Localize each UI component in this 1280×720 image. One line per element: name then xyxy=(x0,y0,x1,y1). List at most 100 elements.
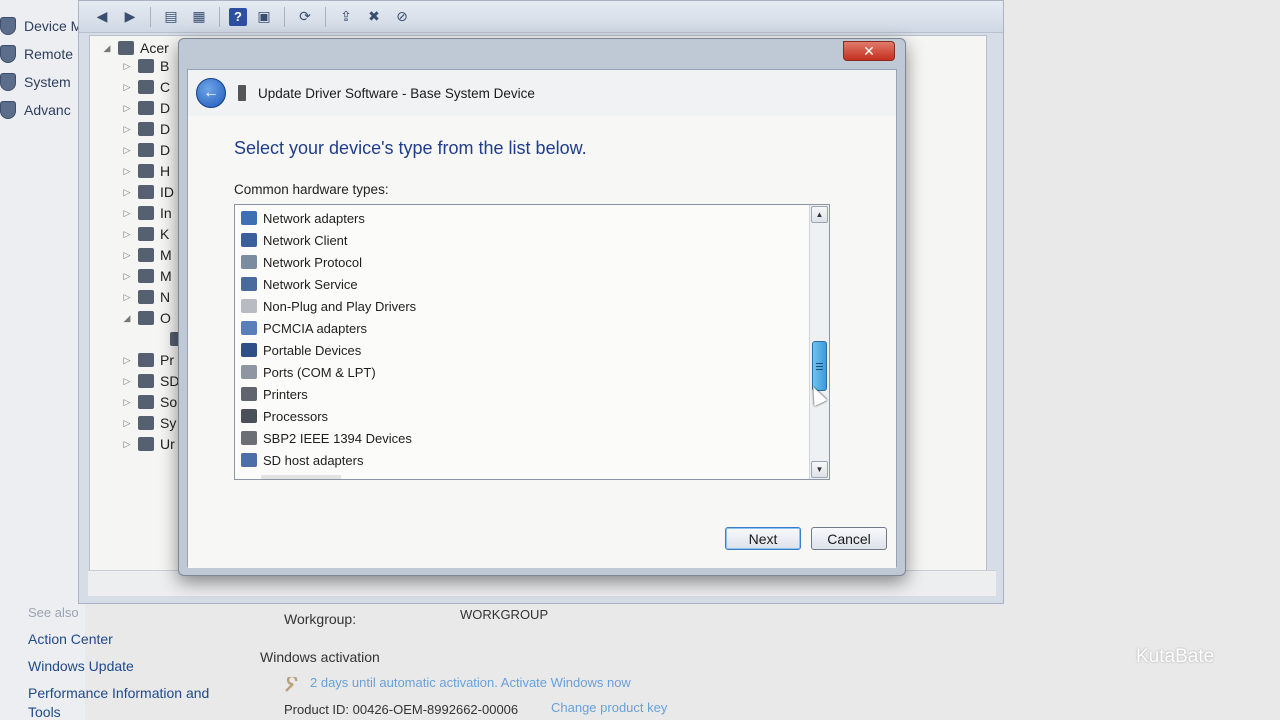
product-id: Product ID: 00426-OEM-8992662-00006 xyxy=(284,702,519,717)
expand-arrow-icon[interactable]: ▷ xyxy=(122,103,132,114)
dialog-body: ← Update Driver Software - Base System D… xyxy=(187,69,897,568)
expand-arrow-icon[interactable]: ▷ xyxy=(122,355,132,366)
scroll-down-button[interactable]: ▼ xyxy=(811,461,828,478)
expand-arrow-icon[interactable]: ◢ xyxy=(122,313,132,324)
scan-hardware-icon[interactable]: ⟳ xyxy=(294,6,316,28)
back-button[interactable]: ← xyxy=(196,78,226,108)
list-item[interactable]: SBP2 IEEE 1394 Devices xyxy=(241,428,412,448)
expand-arrow-icon[interactable]: ▷ xyxy=(122,292,132,303)
expand-arrow-icon[interactable]: ▷ xyxy=(122,250,132,261)
help-icon[interactable]: ? xyxy=(229,7,247,26)
windows-update-link[interactable]: Windows Update xyxy=(28,658,134,674)
device-category-icon xyxy=(138,185,154,199)
activate-windows-link[interactable]: 2 days until automatic activation. Activ… xyxy=(310,675,631,690)
list-item[interactable]: Network adapters xyxy=(241,208,365,228)
tree-item[interactable]: ◢ O xyxy=(122,308,171,328)
tree-item[interactable]: ▷ Pr xyxy=(122,350,174,370)
list-item[interactable]: Network Service xyxy=(241,274,358,294)
change-product-key-link[interactable]: Change product key xyxy=(551,700,667,715)
expand-arrow-icon[interactable]: ▷ xyxy=(122,61,132,72)
update-driver-icon[interactable]: ⇪ xyxy=(335,6,357,28)
list-item[interactable]: Processors xyxy=(241,406,328,426)
expand-arrow-icon[interactable]: ▷ xyxy=(122,439,132,450)
expand-arrow-icon[interactable]: ▷ xyxy=(122,418,132,429)
performance-info-link-tools[interactable]: Tools xyxy=(28,704,61,720)
tree-item[interactable]: ▷ Sy xyxy=(122,413,177,433)
list-item-label: Network Protocol xyxy=(263,254,362,270)
list-item-label: Processors xyxy=(263,408,329,424)
list-item[interactable]: SD host adapters xyxy=(241,450,363,470)
list-scrollbar[interactable]: ▲ ▼ xyxy=(809,205,829,479)
properties-icon[interactable]: ▦ xyxy=(188,6,210,28)
view-icon[interactable]: ▣ xyxy=(253,6,275,28)
list-item[interactable]: Network Protocol xyxy=(241,252,362,272)
list-item[interactable]: Portable Devices xyxy=(241,340,361,360)
tree-item[interactable]: ▷ C xyxy=(122,77,171,97)
close-button[interactable]: ✕ xyxy=(843,41,895,61)
scroll-up-button[interactable]: ▲ xyxy=(811,206,828,223)
tree-item[interactable]: ▷ SD xyxy=(122,371,180,391)
hardware-types-list[interactable]: Network adapters Network Client Network Pr… xyxy=(234,204,830,480)
tree-item[interactable]: ▷ H xyxy=(122,161,171,181)
expand-arrow-icon[interactable]: ▷ xyxy=(122,82,132,93)
list-item-label: Printers xyxy=(263,386,308,402)
network-service-icon xyxy=(241,277,257,291)
expand-arrow-icon[interactable]: ▷ xyxy=(122,187,132,198)
expand-arrow-icon[interactable]: ▷ xyxy=(122,166,132,177)
left-link-system[interactable]: System xyxy=(0,73,71,91)
tree-item-label: K xyxy=(160,226,170,242)
tree-item[interactable]: ▷ N xyxy=(122,287,171,307)
list-item[interactable]: Printers xyxy=(241,384,308,404)
left-link-remote[interactable]: Remote xyxy=(0,45,73,63)
tree-item[interactable]: ▷ D xyxy=(122,119,171,139)
tree-item[interactable]: ▷ D xyxy=(122,140,171,160)
forward-arrow-icon[interactable]: ▶ xyxy=(119,6,141,28)
uninstall-icon[interactable]: ✖ xyxy=(363,6,385,28)
left-link-advanced[interactable]: Advanc xyxy=(0,101,71,119)
shield-icon xyxy=(0,73,16,91)
tree-item[interactable]: ▷ M xyxy=(122,266,172,286)
expand-arrow-icon[interactable]: ▷ xyxy=(122,124,132,135)
expand-arrow-icon[interactable]: ▷ xyxy=(122,208,132,219)
list-item[interactable]: Non-Plug and Play Drivers xyxy=(241,296,416,316)
performance-info-link[interactable]: Performance Information and xyxy=(28,685,209,701)
list-item[interactable]: Network Client xyxy=(241,230,348,250)
tree-item[interactable]: ▷ Ur xyxy=(122,434,175,454)
collapse-arrow-icon[interactable]: ◢ xyxy=(102,43,112,54)
toolbar-divider xyxy=(150,6,151,27)
tree-item[interactable]: ▷ K xyxy=(122,224,170,244)
list-item[interactable]: PCMCIA adapters xyxy=(241,318,367,338)
disable-device-icon[interactable]: ⊘ xyxy=(391,6,413,28)
expand-arrow-icon[interactable]: ▷ xyxy=(122,229,132,240)
device-icon xyxy=(238,85,246,101)
tree-item[interactable]: ▷ B xyxy=(122,56,170,76)
expand-arrow-icon[interactable]: ▷ xyxy=(122,145,132,156)
list-item-label: Non-Plug and Play Drivers xyxy=(263,298,417,314)
console-tree-icon[interactable]: ▤ xyxy=(160,6,182,28)
tree-item[interactable]: ▷ So xyxy=(122,392,178,412)
tree-root[interactable]: ◢ Acer xyxy=(102,38,169,58)
cancel-button[interactable]: Cancel xyxy=(811,527,887,550)
expand-arrow-icon[interactable]: ▷ xyxy=(122,271,132,282)
list-item-label: Network Client xyxy=(263,232,348,248)
next-button[interactable]: Next xyxy=(725,527,801,550)
expand-arrow-icon[interactable]: ▷ xyxy=(122,376,132,387)
back-arrow-icon[interactable]: ◀ xyxy=(91,6,113,28)
tree-item[interactable]: ▷ M xyxy=(122,245,172,265)
left-link-device-manager[interactable]: Device M xyxy=(0,17,82,35)
list-item[interactable]: Ports (COM & LPT) xyxy=(241,362,376,382)
tree-item[interactable]: ▷ In xyxy=(122,203,172,223)
device-category-icon xyxy=(138,143,154,157)
tree-item[interactable]: ▷ D xyxy=(122,98,171,118)
list-item-label: SD host adapters xyxy=(263,452,364,468)
device-category-icon xyxy=(138,353,154,367)
left-link-label: Device M xyxy=(24,18,83,34)
tree-item[interactable]: ▷ ID xyxy=(122,182,174,202)
tree-item-label: D xyxy=(160,121,171,137)
action-center-link[interactable]: Action Center xyxy=(28,631,113,647)
expand-arrow-icon[interactable]: ▷ xyxy=(122,397,132,408)
computer-icon xyxy=(118,41,134,55)
tree-item-label: Pr xyxy=(160,352,174,368)
tree-item-label: So xyxy=(160,394,178,410)
activation-key-icon xyxy=(285,677,298,692)
